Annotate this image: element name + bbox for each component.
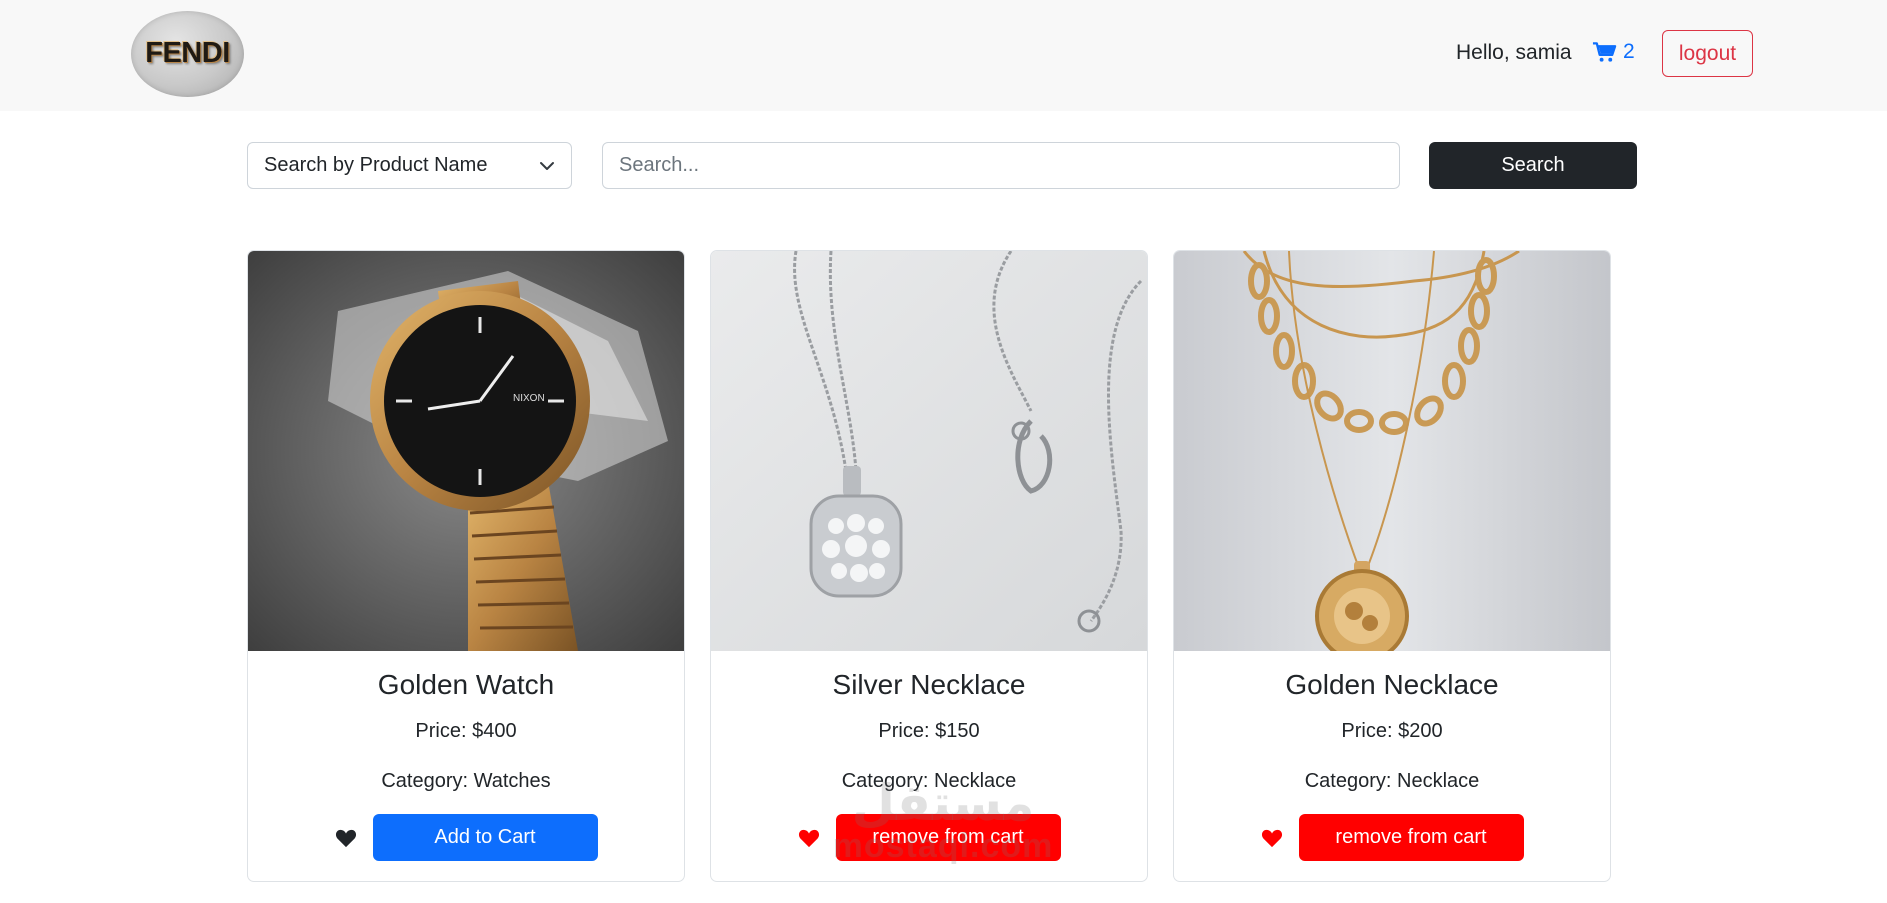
heart-icon[interactable]: [335, 828, 357, 848]
logout-button[interactable]: logout: [1662, 30, 1753, 77]
product-price: Price: $200: [1341, 720, 1443, 742]
product-actions: remove from cart: [1174, 814, 1610, 861]
golden-necklace-photo: [1174, 251, 1610, 651]
product-card: Golden Necklace Price: $200 Category: Ne…: [1173, 250, 1611, 882]
product-actions: Add to Cart: [248, 814, 684, 861]
heart-icon[interactable]: [1261, 828, 1283, 848]
product-category: Category: Watches: [381, 770, 551, 792]
product-category: Category: Necklace: [1304, 770, 1480, 792]
search-input[interactable]: [602, 142, 1400, 189]
product-price: Price: $150: [878, 720, 980, 742]
cart-link[interactable]: 2: [1592, 40, 1635, 64]
add-to-cart-button[interactable]: Add to Cart: [372, 814, 598, 861]
product-card: NIXON Golden Watch Price: $400 Category:…: [247, 250, 685, 882]
brand-logo-text: FENDI: [145, 37, 230, 69]
product-title: Silver Necklace: [832, 669, 1026, 700]
cart-count: 2: [1623, 40, 1635, 63]
product-image: NIXON: [248, 251, 684, 651]
chevron-down-icon: [540, 162, 554, 170]
product-actions: remove from cart: [711, 814, 1147, 861]
product-price: Price: $400: [415, 720, 517, 742]
silver-necklace-photo: [711, 251, 1147, 651]
brand-logo[interactable]: FENDI: [131, 11, 244, 97]
product-category: Category: Necklace: [841, 770, 1017, 792]
shopping-cart-icon: [1592, 42, 1617, 62]
product-card: Silver Necklace Price: $150 Category: Ne…: [710, 250, 1148, 882]
remove-from-cart-button[interactable]: remove from cart: [835, 814, 1061, 861]
product-title: Golden Watch: [377, 669, 555, 700]
heart-icon[interactable]: [798, 828, 820, 848]
search-filter-select[interactable]: Search by Product Name: [247, 142, 572, 189]
user-greeting: Hello, samia: [1456, 41, 1572, 64]
svg-text:NIXON: NIXON: [513, 393, 545, 404]
navbar: FENDI Hello, samia 2 logout: [0, 0, 1887, 111]
search-filter-selected: Search by Product Name: [264, 154, 488, 176]
product-title: Golden Necklace: [1285, 669, 1499, 700]
product-image: [711, 251, 1147, 651]
watch-photo: NIXON: [248, 251, 684, 651]
remove-from-cart-button[interactable]: remove from cart: [1298, 814, 1524, 861]
product-image: [1174, 251, 1610, 651]
search-button[interactable]: Search: [1429, 142, 1637, 189]
